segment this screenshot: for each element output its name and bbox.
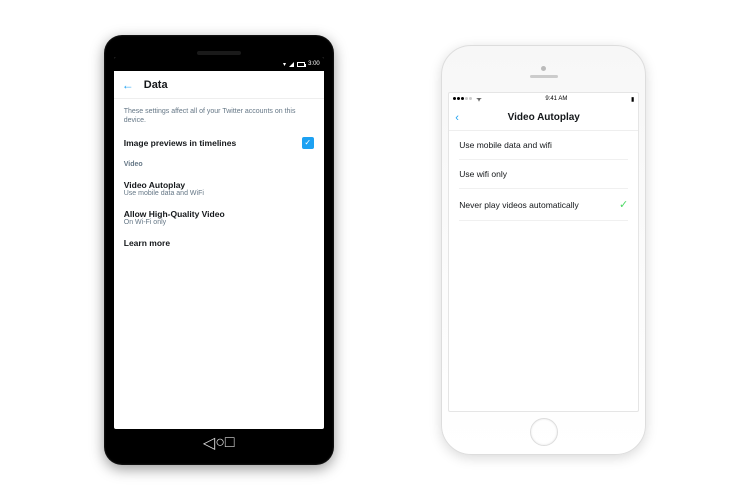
learn-more-link[interactable]: Learn more xyxy=(124,238,314,248)
android-nav-bar: ◁ ○ □ xyxy=(203,429,235,457)
battery-icon xyxy=(297,62,305,67)
settings-body: These settings affect all of your Twitte… xyxy=(114,99,324,429)
checkmark-icon: ✓ xyxy=(619,198,628,211)
video-autoplay-title: Video Autoplay xyxy=(124,180,314,190)
high-quality-video-row[interactable]: Allow High-Quality Video On Wi-Fi only xyxy=(124,209,314,226)
ios-status-bar: ᯤ 9:41 AM ▮ xyxy=(449,93,638,105)
app-header: ← Data xyxy=(114,71,324,99)
nav-home-icon[interactable]: ○ xyxy=(215,434,225,452)
back-arrow-icon[interactable]: ← xyxy=(122,78,134,92)
android-phone-frame: ▾ 3:00 ← Data These settings affect all … xyxy=(104,35,334,465)
android-speaker-grille xyxy=(197,51,241,55)
iphone-camera-dot xyxy=(541,66,546,71)
iphone-screen: ᯤ 9:41 AM ▮ ‹ Video Autoplay Use mobile … xyxy=(448,92,639,412)
status-time: 3:00 xyxy=(308,61,320,67)
back-chevron-icon[interactable]: ‹ xyxy=(455,112,459,124)
checkbox-checked-icon[interactable]: ✓ xyxy=(302,137,314,149)
video-autoplay-subtitle: Use mobile data and WiFi xyxy=(124,190,314,197)
page-title: Data xyxy=(144,79,168,91)
option-wifi-only[interactable]: Use wifi only xyxy=(459,160,628,189)
iphone-frame: ᯤ 9:41 AM ▮ ‹ Video Autoplay Use mobile … xyxy=(441,45,646,455)
wifi-icon: ᯤ xyxy=(476,95,481,103)
video-autoplay-row[interactable]: Video Autoplay Use mobile data and WiFi xyxy=(124,180,314,197)
nav-back-icon[interactable]: ◁ xyxy=(203,433,215,453)
android-screen: ▾ 3:00 ← Data These settings affect all … xyxy=(114,57,324,429)
image-previews-label: Image previews in timelines xyxy=(124,138,236,148)
iphone-speaker-grille xyxy=(530,75,558,78)
option-never-autoplay[interactable]: Never play videos automatically ✓ xyxy=(459,189,628,221)
option-label: Use mobile data and wifi xyxy=(459,140,552,150)
status-time: 9:41 AM xyxy=(545,96,567,102)
wifi-icon: ▾ xyxy=(283,61,286,68)
iphone-top-sensors xyxy=(530,52,558,92)
cell-signal-icon xyxy=(289,62,294,67)
option-label: Use wifi only xyxy=(459,169,507,179)
video-section-heading: Video xyxy=(124,161,314,168)
high-quality-subtitle: On Wi-Fi only xyxy=(124,219,314,226)
option-mobile-and-wifi[interactable]: Use mobile data and wifi xyxy=(459,131,628,160)
intro-text: These settings affect all of your Twitte… xyxy=(124,107,314,125)
option-label: Never play videos automatically xyxy=(459,200,579,210)
nav-recents-icon[interactable]: □ xyxy=(225,434,235,452)
page-title: Video Autoplay xyxy=(508,112,580,123)
home-button[interactable] xyxy=(530,418,558,446)
options-list: Use mobile data and wifi Use wifi only N… xyxy=(449,131,638,411)
image-previews-toggle[interactable]: Image previews in timelines ✓ xyxy=(124,137,314,149)
high-quality-title: Allow High-Quality Video xyxy=(124,209,314,219)
cell-signal-dots-icon xyxy=(453,96,473,102)
android-status-bar: ▾ 3:00 xyxy=(114,57,324,71)
battery-icon: ▮ xyxy=(631,96,634,103)
ios-header: ‹ Video Autoplay xyxy=(449,105,638,131)
